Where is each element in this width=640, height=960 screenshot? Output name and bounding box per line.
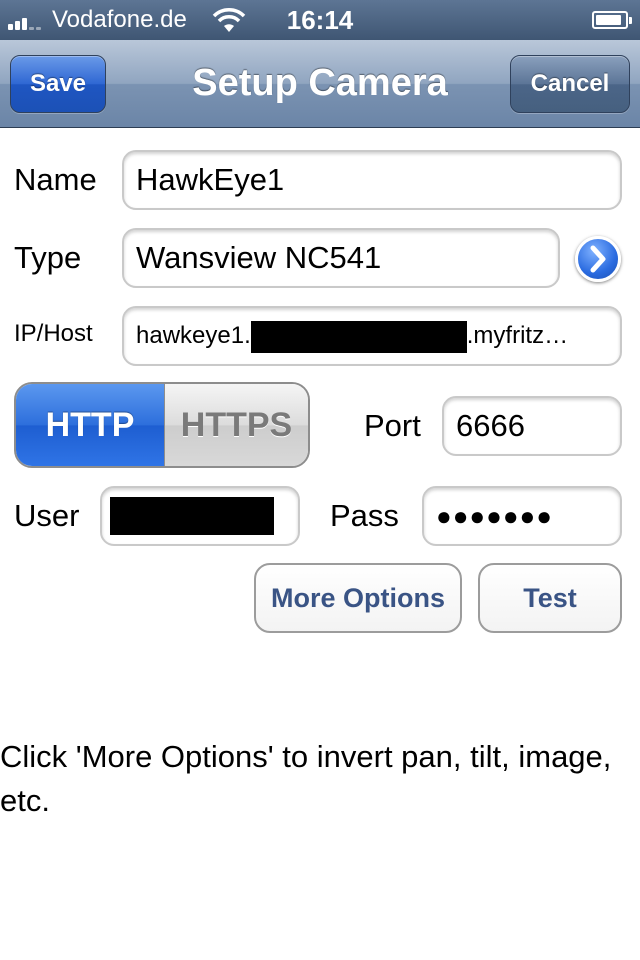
password-field[interactable]: ●●●●●●● <box>422 486 622 546</box>
port-field[interactable]: 6666 <box>442 396 622 456</box>
host-field[interactable]: hawkeye1. .myfritz… <box>122 306 622 366</box>
type-disclosure-button[interactable] <box>575 236 621 282</box>
redacted-host <box>250 320 467 353</box>
user-field[interactable] <box>100 486 300 546</box>
pass-label: Pass <box>330 498 399 533</box>
type-field[interactable]: Wansview NC541 <box>122 228 560 288</box>
type-label: Type <box>14 240 82 275</box>
redacted-user <box>110 496 274 535</box>
segment-https[interactable]: HTTPS <box>164 384 308 466</box>
host-label: IP/Host <box>14 320 93 347</box>
name-field[interactable]: HawkEye1 <box>122 150 622 210</box>
test-button[interactable]: Test <box>478 563 622 633</box>
cancel-button[interactable]: Cancel <box>510 55 630 113</box>
battery-icon <box>592 11 632 29</box>
status-time: 16:14 <box>286 5 354 35</box>
navigation-bar: Save Setup Camera Cancel <box>0 40 640 128</box>
protocol-segmented-control: HTTP HTTPS <box>14 382 310 468</box>
port-label: Port <box>364 408 421 443</box>
chevron-right-icon <box>590 245 606 273</box>
more-options-button[interactable]: More Options <box>254 563 462 633</box>
name-label: Name <box>14 162 97 197</box>
hint-text: Click 'More Options' to invert pan, tilt… <box>0 739 612 818</box>
user-label: User <box>14 498 80 533</box>
segment-http[interactable]: HTTP <box>16 384 164 466</box>
status-bar: Vodafone.de 16:14 <box>0 0 640 40</box>
battery-level <box>596 15 621 25</box>
host-suffix: .myfritz… <box>466 322 569 349</box>
host-prefix: hawkeye1. <box>136 322 251 349</box>
